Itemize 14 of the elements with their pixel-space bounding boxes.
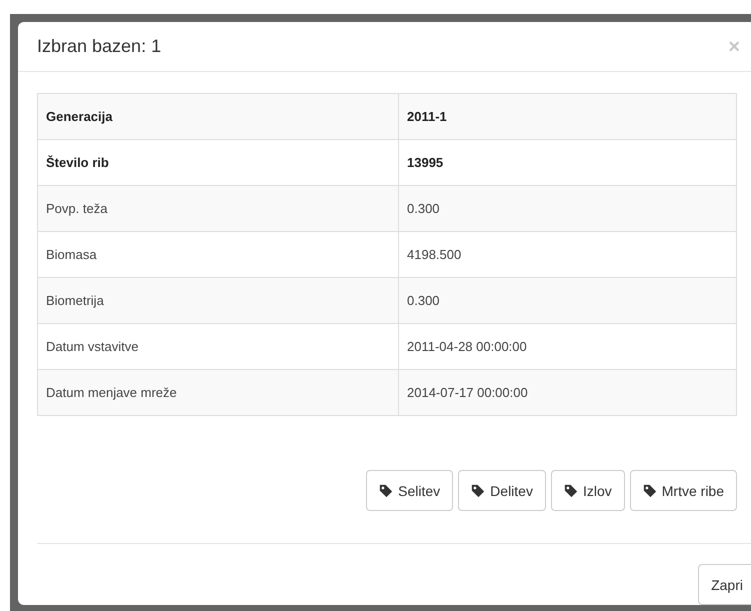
tag-icon	[642, 484, 657, 498]
close-button[interactable]: Zapri	[698, 564, 751, 605]
tag-icon	[379, 484, 394, 498]
table-cell: Datum menjave mreže	[38, 370, 398, 416]
tag-button[interactable]: Mrtve ribe	[630, 470, 737, 511]
table-cell: 2014-07-17 00:00:00	[398, 370, 736, 416]
tag-button[interactable]: Selitev	[366, 470, 454, 511]
table-cell: 2011-1	[398, 94, 736, 140]
modal-title: Izbran bazen: 1	[37, 36, 162, 57]
tag-icon	[564, 484, 578, 498]
table-cell: Generacija	[38, 94, 398, 140]
tag-button[interactable]: Izlov	[550, 470, 625, 511]
tag-icon	[471, 484, 486, 498]
tag-button[interactable]: Delitev	[458, 470, 546, 511]
